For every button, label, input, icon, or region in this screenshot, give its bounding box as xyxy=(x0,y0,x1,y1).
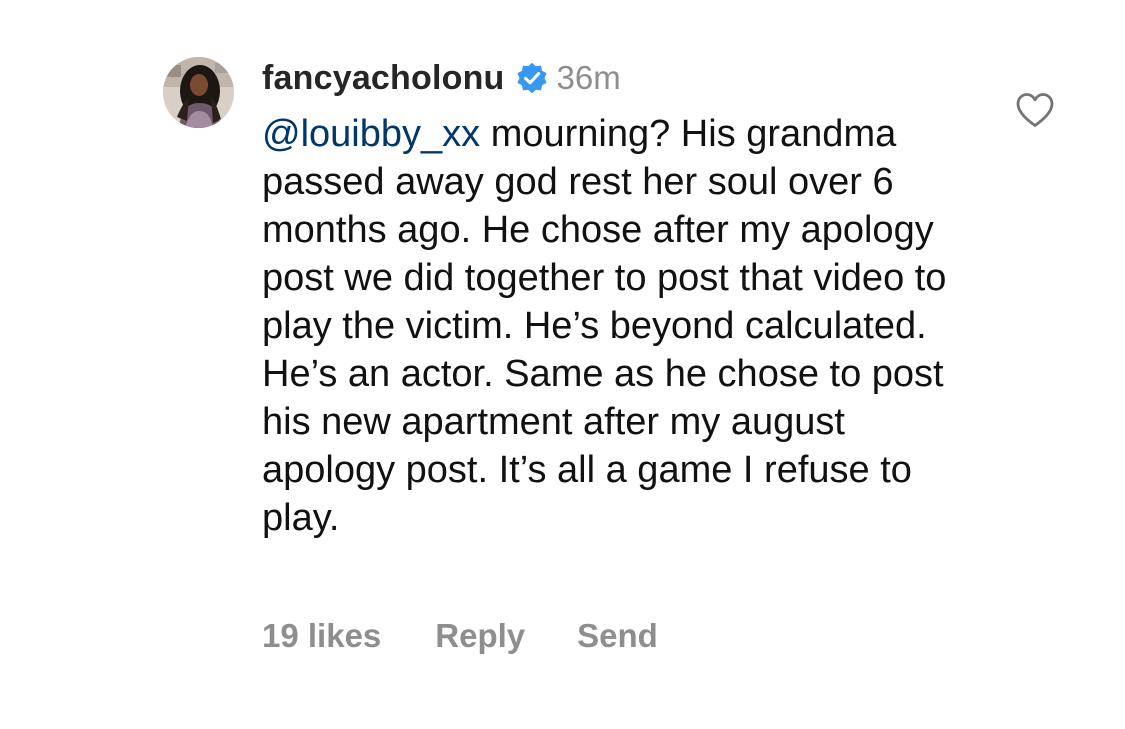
likes-count-button[interactable]: 19 likes xyxy=(262,617,381,655)
verified-badge-icon xyxy=(516,62,547,94)
comment-text: mourning? His grandma passed away god re… xyxy=(262,113,947,539)
comment-actions: 19 likes Reply Send xyxy=(262,614,658,658)
comment: fancyacholonu 36m @louibby_xx mourning? … xyxy=(0,0,1125,729)
username[interactable]: fancyacholonu xyxy=(262,59,505,98)
mention-link[interactable]: @louibby_xx xyxy=(262,113,480,155)
avatar[interactable] xyxy=(163,57,234,128)
avatar-image xyxy=(163,57,234,128)
comment-body: @louibby_xx mourning? His grandma passed… xyxy=(262,110,982,542)
reply-button[interactable]: Reply xyxy=(435,617,525,655)
heart-outline-icon[interactable] xyxy=(1015,92,1055,128)
comment-timestamp: 36m xyxy=(556,59,621,96)
send-button[interactable]: Send xyxy=(577,617,658,655)
comment-header: fancyacholonu 36m xyxy=(262,56,621,100)
